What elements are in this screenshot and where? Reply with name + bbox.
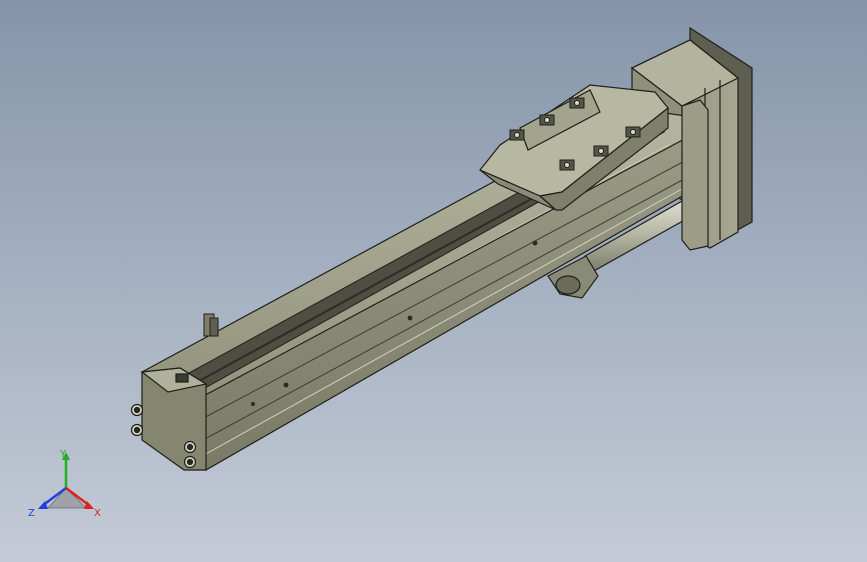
view-orientation-triad[interactable]: Y X Z (24, 448, 108, 524)
linear-actuator-model[interactable] (0, 0, 867, 562)
graphics-viewport[interactable]: Y X Z (0, 0, 867, 562)
z-axis-label: Z (28, 508, 35, 519)
x-axis-label: X (94, 508, 101, 519)
end-cap-block (130, 367, 208, 471)
sensor-bracket (203, 313, 219, 337)
motor-flange (681, 99, 709, 251)
y-axis-label: Y (59, 449, 67, 460)
